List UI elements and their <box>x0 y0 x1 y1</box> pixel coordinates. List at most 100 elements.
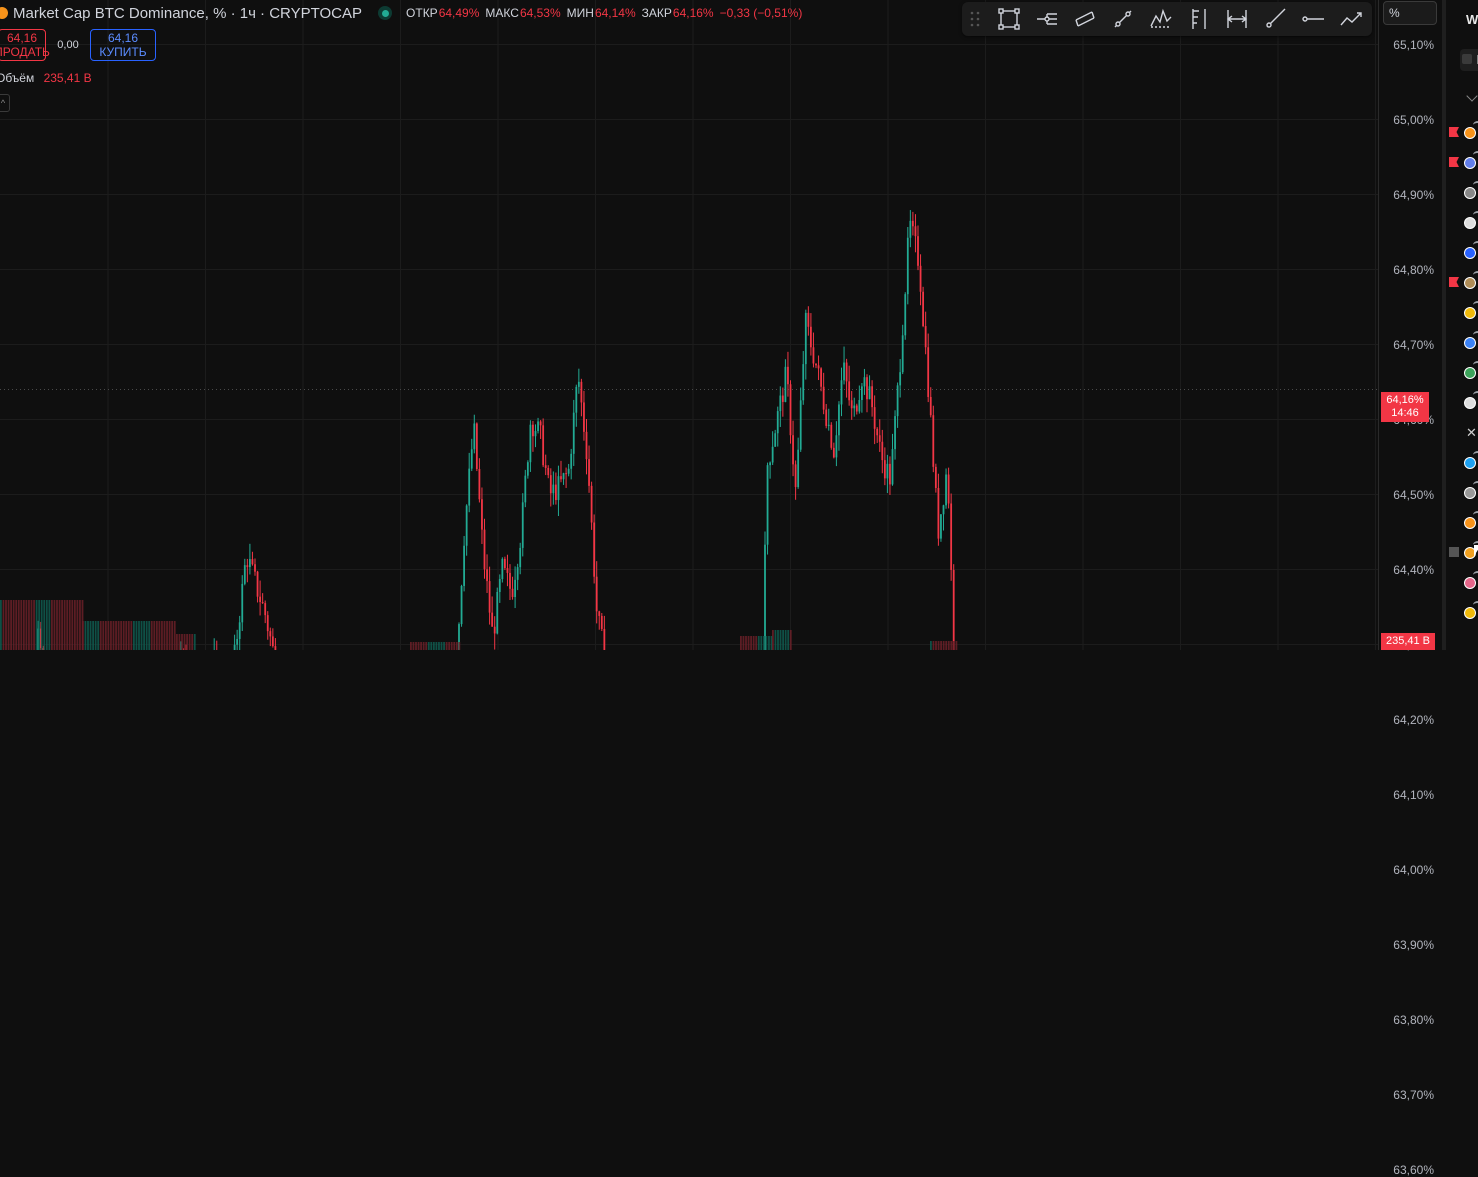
price-tick-label: 63,90% <box>1393 937 1434 952</box>
candle-body <box>952 569 955 650</box>
candle-body <box>274 646 277 650</box>
watchlist-item[interactable] <box>1446 481 1478 507</box>
drag-handle-icon[interactable] <box>968 9 982 29</box>
candle-body <box>473 423 476 450</box>
watchlist-item[interactable] <box>1446 271 1478 297</box>
candle-body <box>463 545 465 586</box>
candle-body <box>603 628 606 650</box>
volume-bar <box>430 642 433 650</box>
watchlist-item[interactable] <box>1446 571 1478 597</box>
ray-tool[interactable] <box>1256 4 1294 34</box>
collapse-legend-button[interactable]: ^ <box>0 94 10 112</box>
long-position-tool[interactable] <box>1180 4 1218 34</box>
ray-tool-icon <box>1266 8 1286 28</box>
volume-bar <box>947 641 950 650</box>
candle-body <box>789 384 792 436</box>
price-plot[interactable] <box>0 0 1378 650</box>
volume-bar <box>455 642 458 650</box>
watchlist-item[interactable] <box>1446 121 1478 147</box>
flag-icon[interactable] <box>1449 127 1459 137</box>
sell-button[interactable]: 64,16 ПРОДАТЬ <box>0 29 50 61</box>
volume-legend[interactable]: Объём 235,41 B <box>0 71 92 85</box>
candle-body <box>478 468 481 500</box>
last-price-value: 64,16% <box>1386 394 1424 406</box>
candle-body <box>590 485 593 523</box>
watchlist-item[interactable] <box>1446 181 1478 207</box>
unit-selector[interactable]: % <box>1383 1 1437 25</box>
candle-body <box>769 462 771 466</box>
volume-bar <box>122 621 125 650</box>
candle-body <box>496 591 499 634</box>
candle-body <box>787 366 789 385</box>
candle-body <box>945 474 947 506</box>
candle-body <box>771 446 774 463</box>
volume-bar <box>740 636 742 650</box>
candle-body <box>593 522 596 577</box>
symbol-title[interactable]: Market Cap BTC Dominance, % · 1ч · CRYPT… <box>13 5 362 22</box>
close-icon[interactable]: ✕ <box>1466 425 1477 441</box>
volume-bar <box>94 621 97 650</box>
trade-buttons: 64,16 ПРОДАТЬ 0,00 64,16 КУПИТЬ <box>0 29 156 61</box>
watchlist-item[interactable] <box>1446 211 1478 237</box>
date-range-tool[interactable] <box>1218 4 1256 34</box>
price-scale[interactable]: % 65,10%65,00%64,90%64,80%64,70%64,60%64… <box>1378 0 1443 1177</box>
path-tool[interactable] <box>1332 4 1370 34</box>
volume-bar <box>150 621 153 650</box>
candle-body <box>585 431 588 460</box>
watchlist-item[interactable] <box>1446 601 1478 627</box>
buy-button[interactable]: 64,16 КУПИТЬ <box>90 29 156 61</box>
volume-bar <box>17 600 20 650</box>
watchlist-item[interactable] <box>1446 151 1478 177</box>
flag-icon[interactable] <box>1449 547 1459 557</box>
volume-bar <box>153 621 156 650</box>
market-status-icon[interactable] <box>378 6 393 20</box>
volume-bar <box>12 600 15 650</box>
candle-body <box>843 362 845 381</box>
horizontal-ray-tool[interactable] <box>1294 4 1332 34</box>
sell-price: 64,16 <box>6 31 38 45</box>
candle-body <box>539 421 542 426</box>
watchlist-item[interactable] <box>1446 361 1478 387</box>
watchlist-item[interactable] <box>1446 451 1478 477</box>
high-label: МАКС <box>485 6 519 20</box>
pitchfork-tool[interactable] <box>1028 4 1066 34</box>
candle-body <box>830 424 833 448</box>
watchlist-item[interactable] <box>1446 241 1478 267</box>
chart-pane[interactable]: Market Cap BTC Dominance, % · 1ч · CRYPT… <box>0 0 1378 650</box>
horizontal-ray-tool-icon <box>1302 16 1324 22</box>
chevron-down-icon[interactable] <box>1466 90 1478 102</box>
candle-body <box>942 505 945 515</box>
volume-bar <box>443 642 445 650</box>
candle-body <box>570 453 573 469</box>
watchlist-item[interactable] <box>1446 391 1478 417</box>
trend-line-tool[interactable] <box>1104 4 1142 34</box>
parallel-channel-tool[interactable] <box>1066 4 1104 34</box>
volume-bar <box>102 621 105 650</box>
candle-body <box>547 467 550 476</box>
volume-bar <box>412 642 415 650</box>
candle-body <box>904 294 907 336</box>
candle-body <box>251 559 254 565</box>
flag-icon[interactable] <box>1449 157 1459 167</box>
watchlist-item[interactable] <box>1446 301 1478 327</box>
pattern-tool[interactable] <box>1142 4 1180 34</box>
candle-body <box>820 368 822 387</box>
watchlist-item[interactable]: ✕ <box>1446 421 1478 447</box>
live-data-icon <box>1473 301 1478 309</box>
rectangle-tool[interactable] <box>990 4 1028 34</box>
live-data-icon <box>1473 271 1478 279</box>
live-data-icon <box>1473 211 1478 219</box>
volume-bar <box>104 621 107 650</box>
close-value: 64,16% <box>672 6 714 20</box>
mouse-cursor-icon <box>1474 545 1478 556</box>
volume-bar <box>940 641 942 650</box>
watchlist-item[interactable] <box>1446 511 1478 537</box>
watchlist-title[interactable]: Wa <box>1466 12 1478 27</box>
watchlist-item[interactable] <box>1446 331 1478 357</box>
volume-bar <box>56 600 58 650</box>
flag-icon[interactable] <box>1449 277 1459 287</box>
watchlist-search[interactable]: Ин <box>1460 49 1478 71</box>
candle-body <box>866 377 868 400</box>
candle-body <box>794 464 797 488</box>
price-tick-label: 64,20% <box>1393 712 1434 727</box>
